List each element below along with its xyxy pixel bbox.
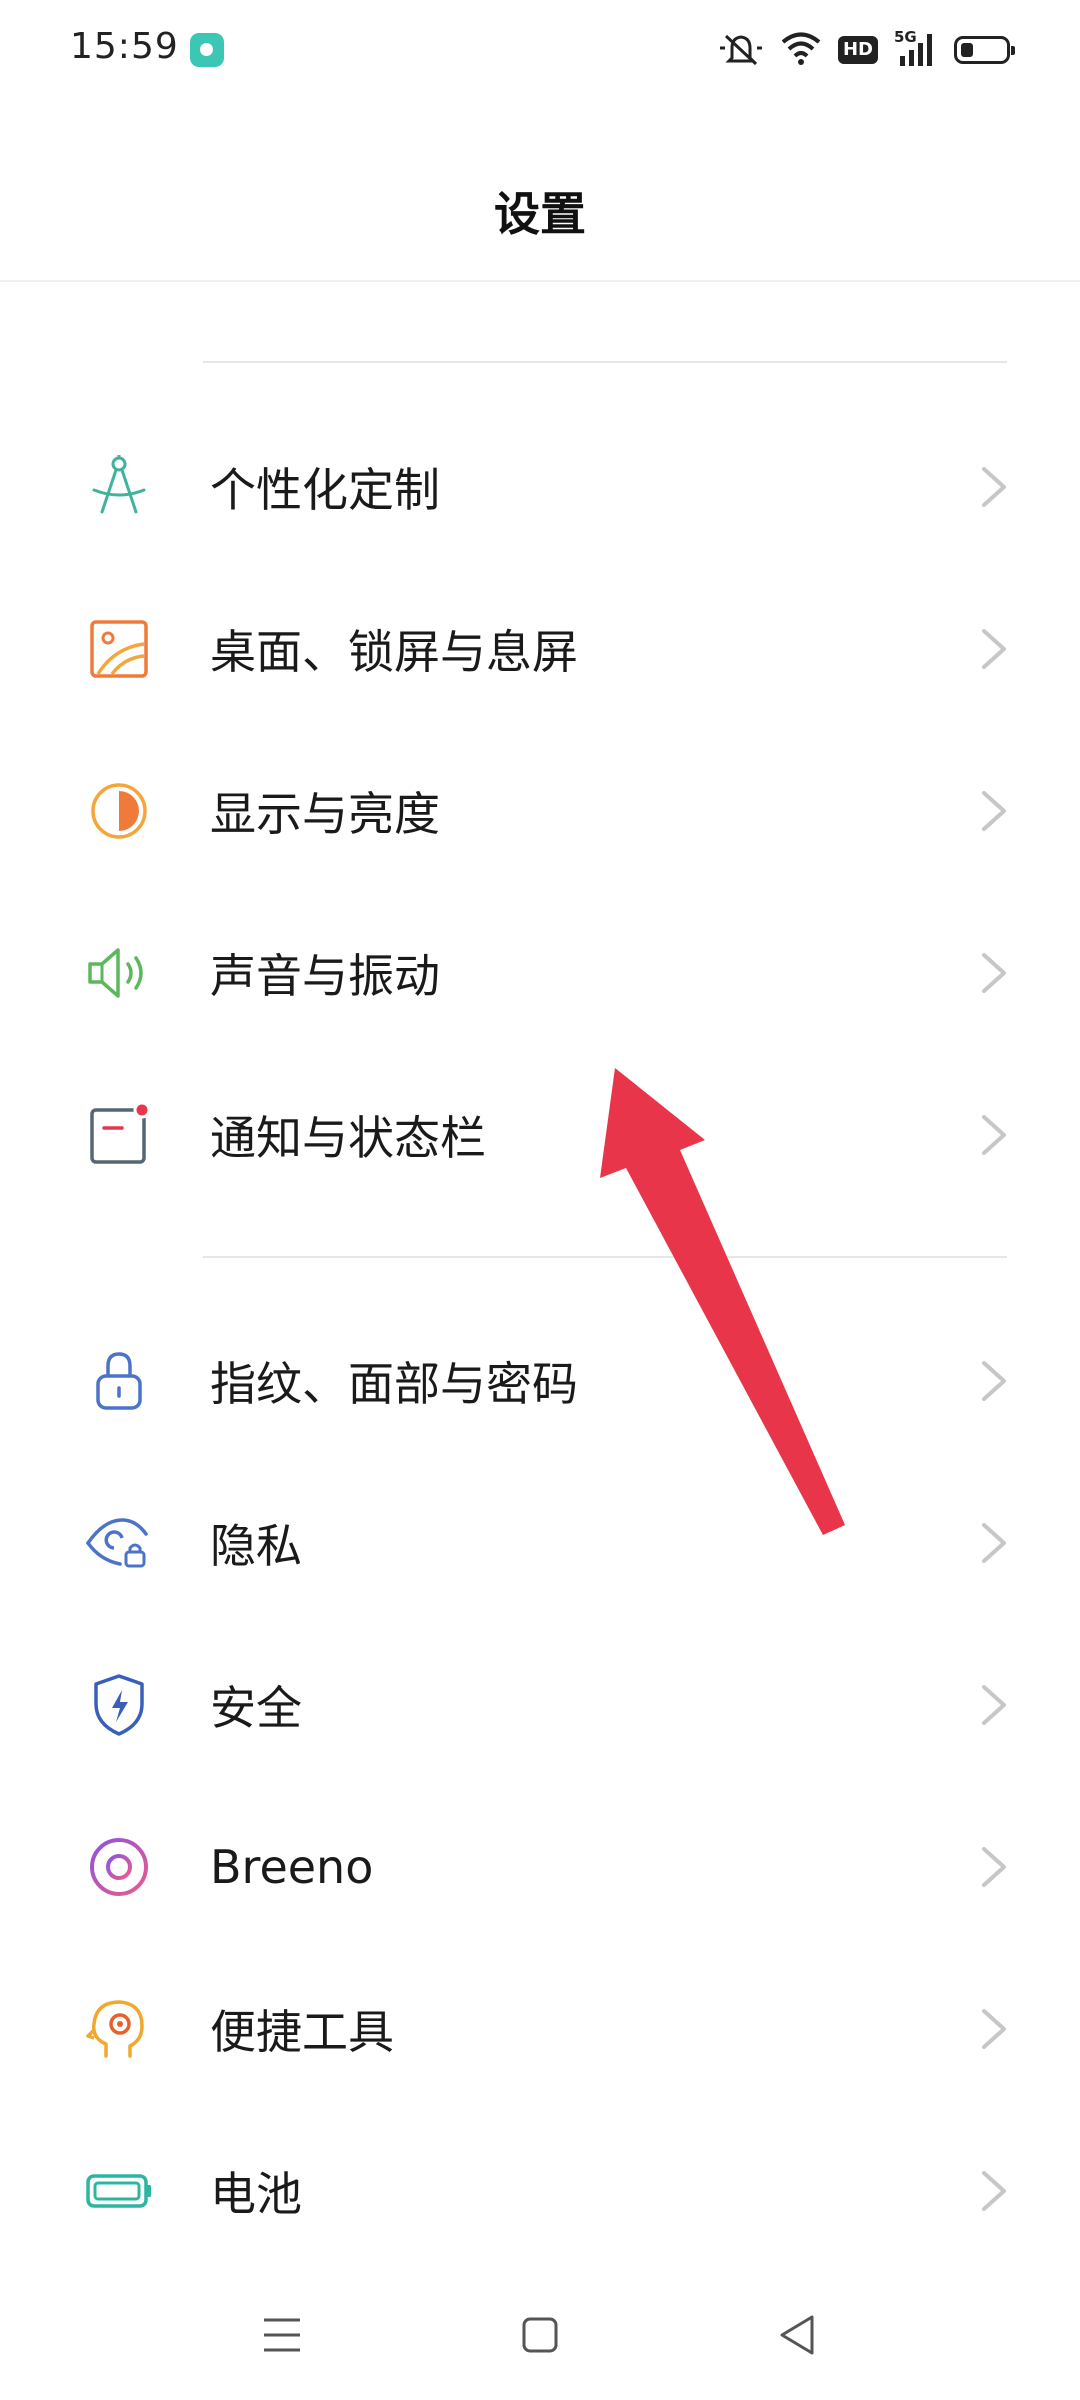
settings-item-convenience-tools[interactable]: 便捷工具 [0,1948,1080,2110]
speaker-icon [84,938,154,1008]
settings-item-display-brightness[interactable]: 显示与亮度 [0,730,1080,892]
settings-item-label: 便捷工具 [210,2005,394,2059]
settings-item-battery[interactable]: 电池 [0,2110,1080,2272]
back-nav-button[interactable] [753,2290,843,2380]
settings-item-home-lockscreen[interactable]: 桌面、锁屏与息屏 [0,568,1080,730]
status-icons: HD 5G [718,28,1015,72]
settings-item-label: Breeno [210,1840,374,1894]
settings-item-label: 通知与状态栏 [210,1111,486,1165]
settings-item-label: 电池 [210,2167,302,2221]
mute-icon [718,28,764,72]
menu-nav-button[interactable] [237,2290,327,2380]
header: 设置 [0,100,1080,282]
shield-icon [84,1670,154,1740]
settings-item-breeno[interactable]: Breeno [0,1786,1080,1948]
settings-item-label: 个性化定制 [210,463,440,517]
chevron-right-icon [976,2005,1012,2053]
privacy-eye-icon [84,1508,154,1578]
app-notification-icon [190,33,224,67]
settings-item-sound-vibration[interactable]: 声音与振动 [0,892,1080,1054]
settings-item-label: 指纹、面部与密码 [210,1357,578,1411]
chevron-right-icon [976,1843,1012,1891]
chevron-right-icon [976,625,1012,673]
home-nav-button[interactable] [495,2290,585,2380]
chevron-right-icon [976,1357,1012,1405]
chevron-right-icon [976,1681,1012,1729]
settings-item-label: 桌面、锁屏与息屏 [210,625,578,679]
chevron-right-icon [976,463,1012,511]
settings-item-privacy[interactable]: 隐私 [0,1462,1080,1624]
battery-status-icon [954,36,1015,64]
settings-item-label: 声音与振动 [210,949,440,1003]
hd-badge: HD [837,36,878,64]
chevron-right-icon [976,1519,1012,1567]
signal-icon: 5G [894,28,938,70]
settings-item-notifications-statusbar[interactable]: 通知与状态栏 [0,1054,1080,1216]
breeno-icon [84,1832,154,1902]
page-title: 设置 [494,187,586,241]
wifi-icon [780,30,822,70]
brightness-icon [84,776,154,846]
settings-item-security[interactable]: 安全 [0,1624,1080,1786]
status-time: 15:59 [70,26,179,67]
settings-item-fingerprint-face-password[interactable]: 指纹、面部与密码 [0,1300,1080,1462]
section-divider [203,1256,1007,1258]
compass-icon [84,452,154,522]
chevron-right-icon [976,949,1012,997]
chevron-right-icon [976,1111,1012,1159]
lock-icon [84,1346,154,1416]
chevron-right-icon [976,787,1012,835]
settings-item-personalization[interactable]: 个性化定制 [0,406,1080,568]
section-divider [203,361,1007,363]
battery-icon [84,2156,154,2226]
status-bar: 15:59 HD 5G [0,0,1080,100]
settings-item-label: 隐私 [210,1519,302,1573]
chevron-right-icon [976,2167,1012,2215]
settings-item-label: 显示与亮度 [210,787,440,841]
navigation-bar [0,2270,1080,2400]
settings-item-label: 安全 [210,1681,302,1735]
wallpaper-icon [84,614,154,684]
tools-head-icon [84,1994,154,2064]
notification-icon [84,1100,154,1170]
